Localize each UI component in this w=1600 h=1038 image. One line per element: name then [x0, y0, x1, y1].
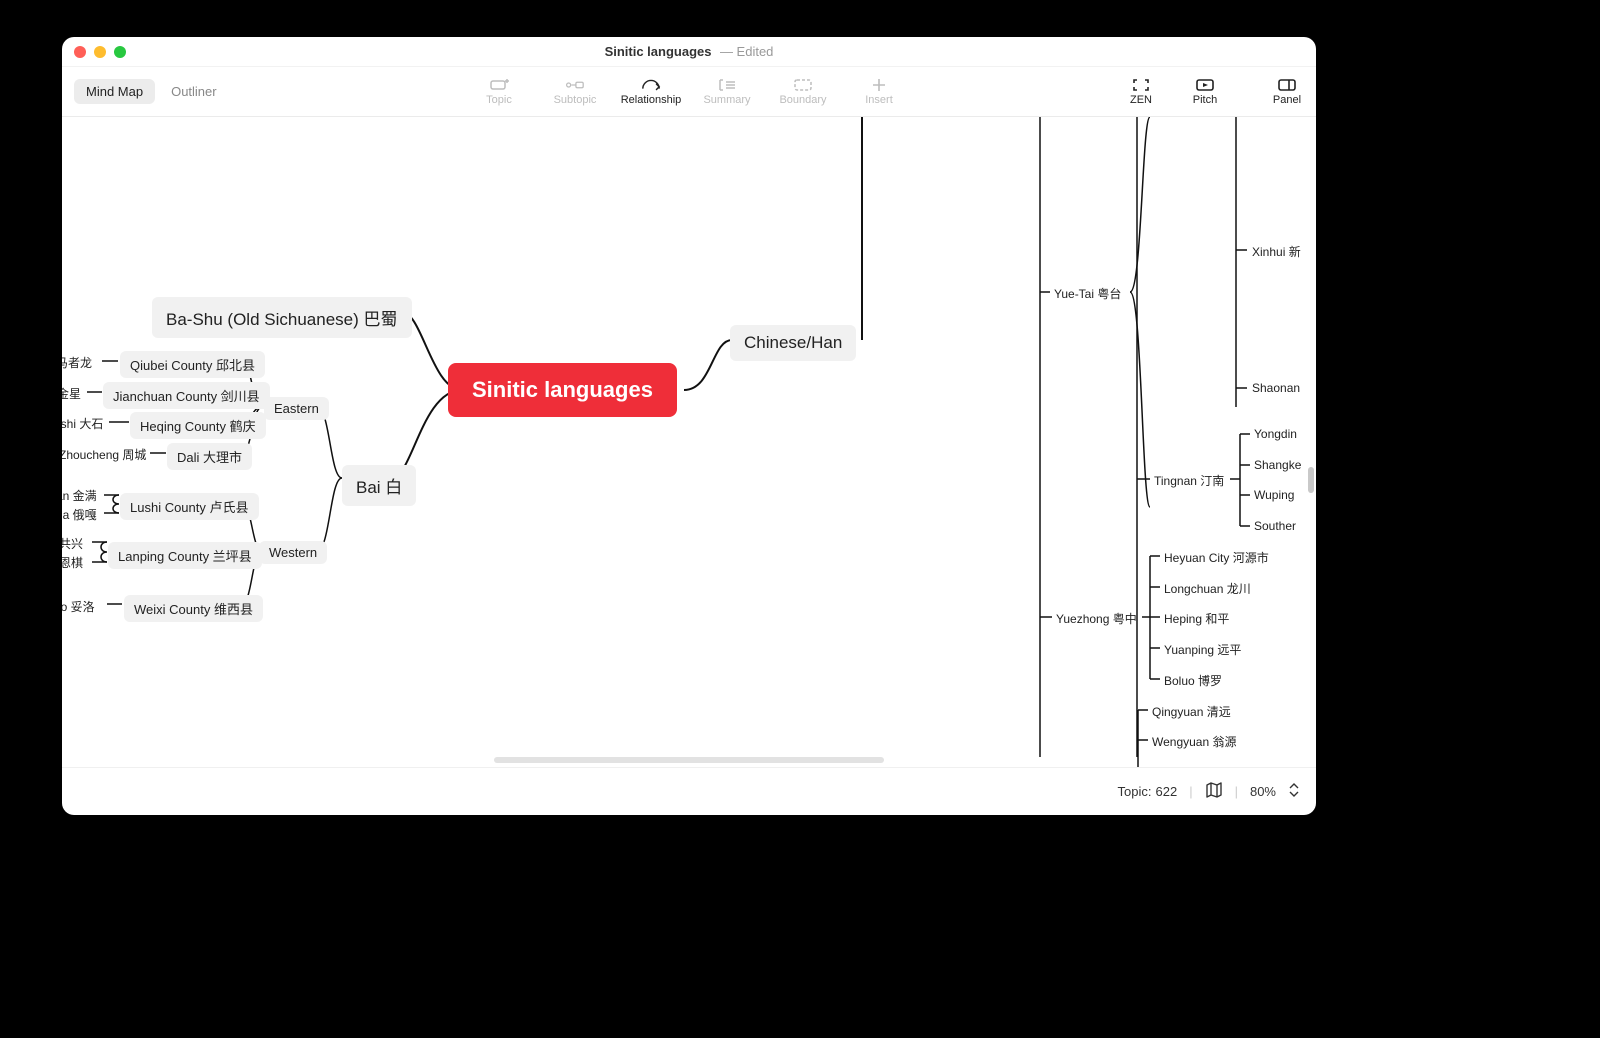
app-window: Sinitic languages — Edited Mind Map Outl… — [62, 37, 1316, 815]
subtopic-label: Subtopic — [554, 94, 597, 106]
node-bai[interactable]: Bai 白 — [342, 465, 416, 506]
horizontal-scrollbar[interactable] — [494, 757, 884, 763]
insert-button[interactable]: Insert — [852, 78, 906, 106]
node-lushi[interactable]: Lushi County 卢氏县 — [120, 493, 259, 520]
leaf-jinman[interactable]: an 金满 — [62, 487, 97, 504]
leaf-zhoucheng[interactable]: Zhoucheng 周城 — [62, 446, 146, 463]
boundary-label: Boundary — [779, 94, 826, 106]
pitch-icon — [1195, 78, 1215, 92]
close-icon[interactable] — [74, 46, 86, 58]
leaf-ega[interactable]: ga 俄嘎 — [62, 506, 97, 523]
view-switch: Mind Map Outliner — [74, 79, 229, 104]
node-weixi[interactable]: Weixi County 维西县 — [124, 595, 263, 622]
leaf-enqi[interactable]: 恩棋 — [62, 554, 83, 571]
leaf-xinhui[interactable]: Xinhui 新 — [1252, 243, 1301, 260]
leaf-boluo[interactable]: Boluo 博罗 — [1164, 672, 1222, 689]
separator: | — [1235, 784, 1238, 799]
relationship-button[interactable]: Relationship — [624, 78, 678, 106]
titlebar: Sinitic languages — Edited — [62, 37, 1316, 67]
boundary-button[interactable]: Boundary — [776, 78, 830, 106]
vertical-scrollbar[interactable] — [1308, 467, 1314, 493]
leaf-tuoluo[interactable]: uo 妥洛 — [62, 598, 95, 615]
insert-icon — [869, 78, 889, 92]
node-qiubei[interactable]: Qiubei County 邱北县 — [120, 351, 265, 378]
leaf-southern[interactable]: Souther — [1254, 519, 1296, 533]
leaf-shaonan[interactable]: Shaonan — [1252, 381, 1300, 395]
panel-icon — [1277, 78, 1297, 92]
insert-label: Insert — [865, 94, 893, 106]
subtopic-button[interactable]: Subtopic — [548, 78, 602, 106]
node-tingnan[interactable]: Tingnan 汀南 — [1154, 472, 1224, 489]
view-outliner-button[interactable]: Outliner — [159, 79, 229, 104]
node-western[interactable]: Western — [259, 541, 327, 564]
document-edited-indicator: — Edited — [720, 44, 773, 59]
minimize-icon[interactable] — [94, 46, 106, 58]
node-yue-tai[interactable]: Yue-Tai 粤台 — [1054, 285, 1121, 302]
leaf-wengyuan[interactable]: Wengyuan 翁源 — [1152, 733, 1237, 750]
node-yuezhong[interactable]: Yuezhong 粤中 — [1056, 610, 1137, 627]
summary-label: Summary — [703, 94, 750, 106]
node-lanping[interactable]: Lanping County 兰坪县 — [108, 542, 262, 569]
panel-button[interactable]: Panel — [1270, 78, 1304, 106]
summary-icon — [717, 78, 737, 92]
statusbar: Topic: 622 | | 80% — [62, 767, 1316, 815]
panel-label: Panel — [1273, 94, 1301, 106]
leaf-yuanping[interactable]: Yuanping 远平 — [1164, 641, 1241, 658]
topic-icon — [489, 78, 509, 92]
toolbar: Mind Map Outliner Topic Subtopic Relatio… — [62, 67, 1316, 117]
node-heqing[interactable]: Heqing County 鹤庆 — [130, 412, 266, 439]
pitch-label: Pitch — [1193, 94, 1217, 106]
topic-count-label: Topic: — [1118, 784, 1152, 799]
pitch-button[interactable]: Pitch — [1188, 78, 1222, 106]
separator: | — [1189, 784, 1192, 799]
window-controls — [74, 46, 126, 58]
title-wrap: Sinitic languages — Edited — [605, 43, 774, 61]
topic-count-value: 622 — [1155, 784, 1177, 799]
node-eastern[interactable]: Eastern — [264, 397, 329, 420]
relationship-icon — [641, 78, 661, 92]
leaf-qingyuan[interactable]: Qingyuan 清远 — [1152, 703, 1231, 720]
toolbar-center: Topic Subtopic Relationship Summary Boun… — [472, 78, 906, 106]
view-mindmap-button[interactable]: Mind Map — [74, 79, 155, 104]
map-icon[interactable] — [1205, 782, 1223, 801]
node-jianchuan[interactable]: Jianchuan County 剑川县 — [103, 382, 270, 409]
leaf-dashi[interactable]: ashi 大石 — [62, 415, 103, 432]
node-ba-shu[interactable]: Ba-Shu (Old Sichuanese) 巴蜀 — [152, 297, 412, 338]
maximize-icon[interactable] — [114, 46, 126, 58]
topic-label: Topic — [486, 94, 512, 106]
leaf-longchuan[interactable]: Longchuan 龙川 — [1164, 580, 1251, 597]
zen-icon — [1131, 78, 1151, 92]
node-dali[interactable]: Dali 大理市 — [167, 443, 252, 470]
zoom-stepper-icon[interactable] — [1288, 782, 1300, 801]
summary-button[interactable]: Summary — [700, 78, 754, 106]
zen-label: ZEN — [1130, 94, 1152, 106]
leaf-gongxing[interactable]: 共兴 — [62, 535, 83, 552]
zoom-value[interactable]: 80% — [1250, 784, 1276, 799]
leaf-heping[interactable]: Heping 和平 — [1164, 610, 1229, 627]
zen-button[interactable]: ZEN — [1124, 78, 1158, 106]
subtopic-icon — [565, 78, 585, 92]
connectors — [62, 117, 1316, 767]
toolbar-right: ZEN Pitch Panel — [1124, 78, 1304, 106]
leaf-shangke[interactable]: Shangke — [1254, 458, 1301, 472]
leaf-wuping[interactable]: Wuping — [1254, 488, 1294, 502]
root-node[interactable]: Sinitic languages — [448, 363, 677, 417]
leaf-jinxing[interactable]: 金星 — [62, 385, 81, 402]
boundary-icon — [793, 78, 813, 92]
topic-button[interactable]: Topic — [472, 78, 526, 106]
leaf-mazhelong[interactable]: 马者龙 — [62, 354, 92, 371]
mindmap-canvas[interactable]: Sinitic languages Ba-Shu (Old Sichuanese… — [62, 117, 1316, 767]
document-title: Sinitic languages — [605, 44, 712, 59]
leaf-yongding[interactable]: Yongdin — [1254, 427, 1297, 441]
node-chinese-han[interactable]: Chinese/Han — [730, 325, 856, 361]
relationship-label: Relationship — [621, 94, 682, 106]
leaf-heyuan[interactable]: Heyuan City 河源市 — [1164, 549, 1269, 566]
